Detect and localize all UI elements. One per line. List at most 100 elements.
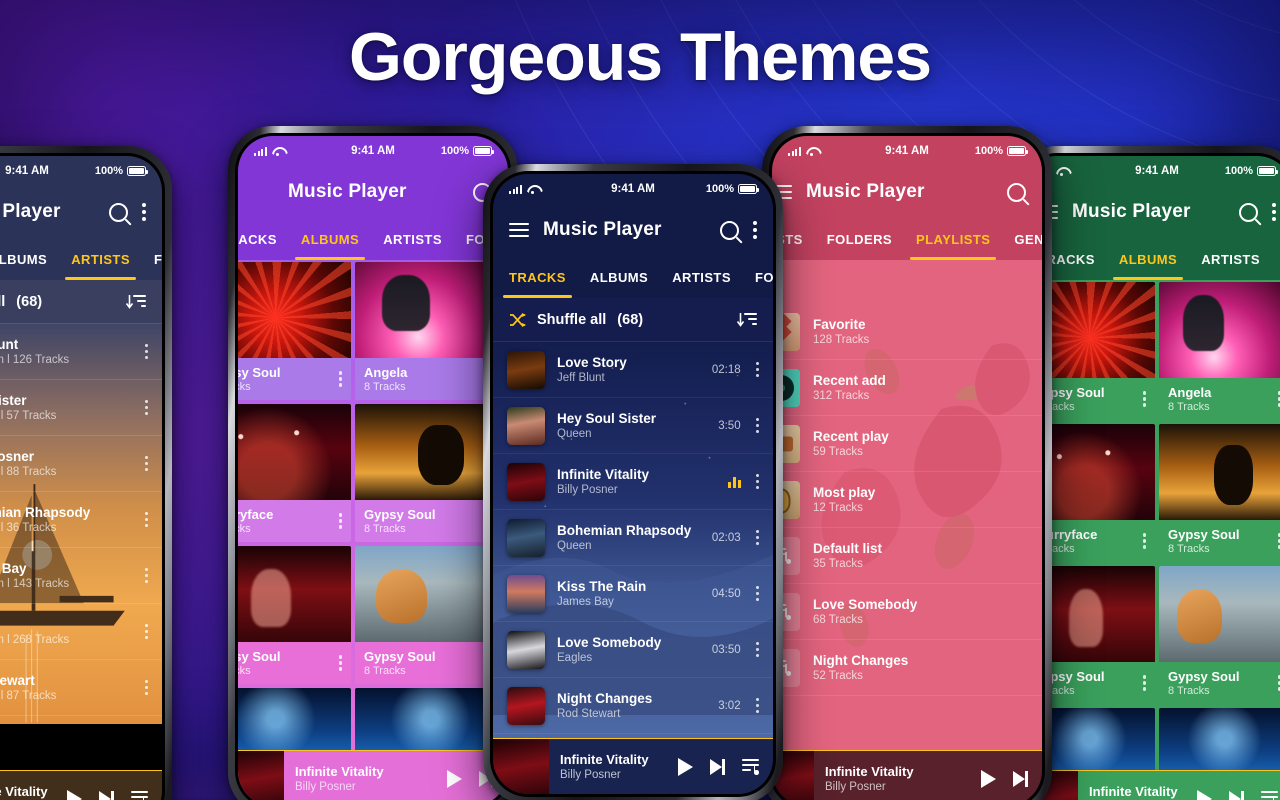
play-icon[interactable] (447, 769, 462, 788)
sort-icon[interactable] (737, 312, 757, 328)
album-card[interactable]: Gypsy Soul 8 Tracks (1159, 708, 1280, 770)
shuffle-all-row[interactable]: Shuffle all (68) (0, 280, 162, 324)
album-card[interactable]: Angela 8 Tracks (1159, 282, 1280, 420)
next-icon[interactable] (710, 758, 725, 775)
list-item[interactable]: Soul Sister 6 Album l 57 Tracks (0, 380, 162, 436)
mini-player[interactable]: Infinite Vitality Billy Posner (238, 750, 508, 800)
row-kebab-icon[interactable] (755, 697, 759, 714)
list-item[interactable]: Bohemian Rhapsody 2 Album l 36 Tracks (0, 492, 162, 548)
tab-albums[interactable]: ALBUMS (289, 218, 371, 260)
mini-player-controls[interactable] (981, 769, 1028, 788)
next-icon[interactable] (1229, 790, 1244, 800)
mini-player-controls[interactable] (1197, 789, 1278, 800)
row-kebab-icon[interactable] (144, 455, 148, 472)
row-kebab-icon[interactable] (144, 567, 148, 584)
tab-artists[interactable]: ARTISTS (371, 218, 454, 260)
sort-icon[interactable] (126, 294, 146, 310)
tab-artists[interactable]: ARTISTS (59, 238, 142, 280)
album-card[interactable]: Gypsy Soul 8 Tracks (238, 546, 351, 684)
album-kebab-icon[interactable] (1142, 391, 1146, 407)
album-card[interactable]: Gypsy Soul 8 Tracks (1159, 424, 1280, 562)
row-kebab-icon[interactable] (755, 473, 759, 490)
track-list[interactable]: Love Story Jeff Blunt 02:18 Hey Soul Sis… (493, 342, 773, 738)
artist-list[interactable]: Jeff Blunt 18 Album l 126 Tracks Soul Si… (0, 324, 162, 770)
row-kebab-icon[interactable] (144, 399, 148, 416)
row-kebab-icon[interactable] (144, 511, 148, 528)
mini-player-controls[interactable] (678, 757, 759, 776)
table-row[interactable]: Kiss The Rain James Bay 04:50 (493, 566, 773, 622)
play-icon[interactable] (67, 789, 82, 800)
playlist-rows[interactable]: Favorite 128 Tracks Recent add 312 Track… (772, 304, 1042, 696)
tab-albums[interactable]: ALBUMS (1107, 238, 1189, 280)
album-kebab-icon[interactable] (1142, 533, 1146, 549)
mini-player[interactable]: Infinite Vitality Billy Posner (772, 750, 1042, 800)
tab-artists[interactable]: ARTISTS (660, 256, 743, 298)
kebab-menu-icon[interactable] (753, 221, 757, 239)
tab-albums[interactable]: ALBUMS (578, 256, 660, 298)
list-item[interactable]: Recent add 312 Tracks (772, 360, 1042, 416)
album-card[interactable]: Gypsy Soul 8 Tracks (238, 262, 351, 400)
list-item[interactable]: Most play 12 Tracks (772, 472, 1042, 528)
tab-albums[interactable]: ALBUMS (0, 238, 59, 280)
row-kebab-icon[interactable] (755, 641, 759, 658)
tab-folders[interactable]: FOLDERS (743, 256, 773, 298)
table-row[interactable]: Night Changes Rod Stewart 3:02 (493, 678, 773, 734)
next-icon[interactable] (99, 790, 114, 800)
list-item[interactable]: Recent play 59 Tracks (772, 416, 1042, 472)
list-item[interactable]: Eagles 12 Album l 268 Tracks (0, 604, 162, 660)
track-rows[interactable]: Love Story Jeff Blunt 02:18 Hey Soul Sis… (493, 342, 773, 734)
search-icon[interactable] (109, 202, 128, 222)
table-row[interactable]: Hey Soul Sister Queen 3:50 (493, 398, 773, 454)
tab-folders[interactable]: FOLDERS (142, 238, 162, 280)
album-grid-area[interactable]: Gypsy Soul 8 Tracks Angela 8 Tracks (1022, 280, 1280, 770)
list-item[interactable]: Default list 35 Tracks (772, 528, 1042, 584)
row-kebab-icon[interactable] (144, 679, 148, 696)
next-icon[interactable] (1013, 770, 1028, 787)
table-row[interactable]: Love Story Jeff Blunt 02:18 (493, 342, 773, 398)
tab-tracks[interactable]: TRACKS (497, 256, 578, 298)
shuffle-all-row[interactable]: Shuffle all (68) (493, 298, 773, 342)
row-kebab-icon[interactable] (144, 343, 148, 360)
artist-rows[interactable]: Jeff Blunt 18 Album l 126 Tracks Soul Si… (0, 324, 162, 716)
album-card[interactable]: Blurryface 8 Tracks (238, 404, 351, 542)
mini-player[interactable]: Infinite Vitality Billy Posner (493, 738, 773, 794)
row-kebab-icon[interactable] (755, 361, 759, 378)
tab-playlists[interactable]: PLAYLISTS (904, 218, 1002, 260)
hamburger-icon[interactable] (509, 222, 529, 238)
table-row[interactable]: Infinite Vitality Billy Posner (493, 454, 773, 510)
list-item[interactable]: Jeff Blunt 18 Album l 126 Tracks (0, 324, 162, 380)
list-item[interactable]: Favorite 128 Tracks (772, 304, 1042, 360)
list-item[interactable]: Night Changes 52 Tracks (772, 640, 1042, 696)
tab-folders[interactable]: FOLDERS (815, 218, 904, 260)
table-row[interactable]: Love Somebody Eagles 03:50 (493, 622, 773, 678)
mini-player-controls[interactable] (67, 789, 148, 800)
row-kebab-icon[interactable] (755, 529, 759, 546)
row-kebab-icon[interactable] (144, 623, 148, 640)
kebab-menu-icon[interactable] (142, 203, 146, 221)
search-icon[interactable] (1239, 202, 1258, 222)
play-icon[interactable] (981, 769, 996, 788)
kebab-menu-icon[interactable] (1272, 203, 1276, 221)
mini-player[interactable]: Infinite Vitality Billy Posner (1022, 770, 1280, 800)
play-icon[interactable] (1197, 789, 1212, 800)
list-item[interactable]: Billy Posner 2 Album l 88 Tracks (0, 436, 162, 492)
album-grid-area[interactable]: Gypsy Soul 8 Tracks Angela 8 Tracks (238, 260, 508, 750)
album-grid[interactable]: Gypsy Soul 8 Tracks Angela 8 Tracks (1022, 280, 1280, 770)
album-card[interactable]: Gypsy Soul 8 Tracks (238, 688, 351, 750)
album-card[interactable]: Gypsy Soul 8 Tracks (1159, 566, 1280, 704)
search-icon[interactable] (1007, 182, 1026, 202)
mini-player[interactable]: Infinite Vitality Billy Posner (0, 770, 162, 800)
play-icon[interactable] (678, 757, 693, 776)
tab-tracks[interactable]: TRACKS (238, 218, 289, 260)
tab-folders[interactable]: FOLDERS (1272, 238, 1280, 280)
tab-artists[interactable]: ARTISTS (1189, 238, 1272, 280)
table-row[interactable]: Bohemian Rhapsody Queen 02:03 (493, 510, 773, 566)
queue-icon[interactable] (742, 759, 759, 775)
album-grid[interactable]: Gypsy Soul 8 Tracks Angela 8 Tracks (238, 260, 508, 750)
list-item[interactable]: James Bay 15 Album l 143 Tracks (0, 548, 162, 604)
row-kebab-icon[interactable] (755, 585, 759, 602)
tab-genres[interactable]: GENRES (1002, 218, 1042, 260)
queue-icon[interactable] (131, 791, 148, 800)
album-kebab-icon[interactable] (338, 655, 342, 671)
album-kebab-icon[interactable] (338, 513, 342, 529)
